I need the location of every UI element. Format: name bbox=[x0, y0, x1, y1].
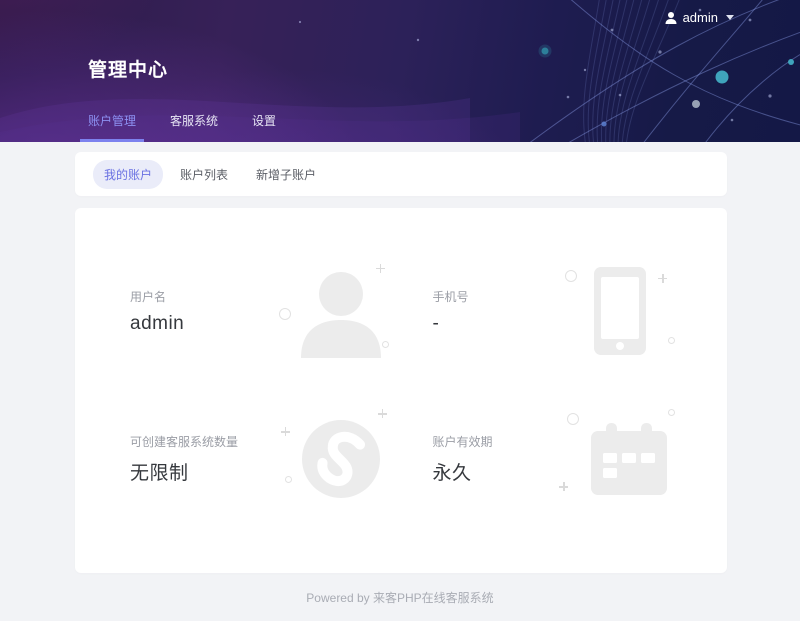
field-validity-label: 账户有效期 bbox=[433, 433, 493, 450]
plus-decoration bbox=[378, 409, 387, 418]
header: admin 管理中心 账户管理 客服系统 设置 bbox=[0, 0, 800, 142]
swirl-logo-icon bbox=[279, 409, 397, 509]
ring-decoration bbox=[668, 337, 675, 344]
user-menu[interactable]: admin bbox=[664, 10, 734, 25]
subtab-account-list[interactable]: 账户列表 bbox=[169, 160, 239, 189]
user-large-icon bbox=[279, 262, 397, 362]
subtab-add-subaccount[interactable]: 新增子账户 bbox=[245, 160, 327, 189]
field-phone-value: - bbox=[433, 313, 469, 335]
field-creatable-systems: 可创建客服系统数量 无限制 bbox=[130, 386, 409, 534]
field-creatable-systems-value: 无限制 bbox=[130, 458, 238, 485]
account-info-card: 用户名 admin 手机号 - bbox=[75, 208, 727, 573]
field-creatable-systems-label: 可创建客服系统数量 bbox=[130, 433, 238, 450]
field-validity-value: 永久 bbox=[433, 458, 493, 485]
username-label: admin bbox=[683, 10, 718, 25]
field-username: 用户名 admin bbox=[130, 238, 409, 386]
page-title: 管理中心 bbox=[88, 55, 168, 82]
ring-decoration bbox=[285, 476, 292, 483]
footer-text: Powered by 来客PHP在线客服系统 bbox=[0, 589, 800, 606]
field-validity: 账户有效期 永久 bbox=[409, 386, 688, 534]
ring-decoration bbox=[668, 409, 675, 416]
tab-customer-service[interactable]: 客服系统 bbox=[162, 104, 226, 142]
subtab-my-account[interactable]: 我的账户 bbox=[93, 160, 163, 189]
tab-account-management[interactable]: 账户管理 bbox=[80, 104, 144, 142]
plus-decoration bbox=[376, 264, 385, 273]
field-phone-label: 手机号 bbox=[433, 288, 469, 305]
chevron-down-icon bbox=[726, 15, 734, 20]
ring-decoration bbox=[565, 270, 577, 282]
ring-decoration bbox=[279, 308, 291, 320]
calendar-icon bbox=[557, 409, 675, 509]
field-phone: 手机号 - bbox=[409, 238, 688, 386]
ring-decoration bbox=[567, 413, 579, 425]
admin-page: admin 管理中心 账户管理 客服系统 设置 我的账户 账户列表 新增子账户 … bbox=[0, 0, 800, 621]
phone-icon bbox=[557, 262, 675, 362]
main-tabs: 账户管理 客服系统 设置 bbox=[80, 104, 284, 142]
field-username-label: 用户名 bbox=[130, 288, 184, 305]
subtab-bar: 我的账户 账户列表 新增子账户 bbox=[75, 152, 727, 196]
plus-decoration bbox=[281, 427, 290, 436]
tab-settings[interactable]: 设置 bbox=[244, 104, 284, 142]
field-username-value: admin bbox=[130, 313, 184, 335]
ring-decoration bbox=[382, 341, 389, 348]
plus-decoration bbox=[658, 274, 667, 283]
plus-decoration bbox=[559, 482, 568, 491]
user-icon bbox=[664, 11, 678, 25]
